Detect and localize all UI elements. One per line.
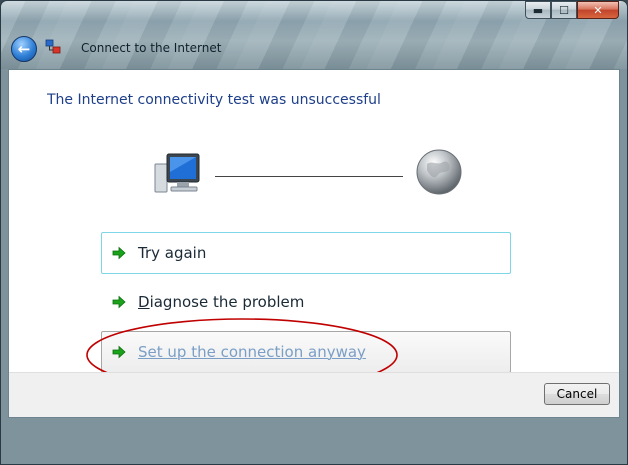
globe-icon xyxy=(416,149,462,195)
maximize-button[interactable]: ☐ xyxy=(551,1,577,19)
close-button[interactable]: ✕ xyxy=(577,1,619,19)
diagnose-option[interactable]: Diagnose the problem xyxy=(101,282,511,322)
green-arrow-icon xyxy=(112,345,126,359)
content-panel: The Internet connectivity test was unsuc… xyxy=(8,69,620,418)
label-rest: iagnose the problem xyxy=(149,293,305,311)
page-heading: The Internet connectivity test was unsuc… xyxy=(47,92,381,108)
window-title: Connect to the Internet xyxy=(81,41,222,55)
try-again-label: Try again xyxy=(138,244,207,262)
network-icon xyxy=(45,39,61,54)
diagnose-label: Diagnose the problem xyxy=(138,293,304,311)
mnemonic: S xyxy=(138,343,148,361)
back-button[interactable]: ← xyxy=(11,36,37,62)
set-up-connection-option[interactable]: Set up the connection anyway xyxy=(101,331,511,373)
caption-buttons: ▬ ☐ ✕ xyxy=(525,1,619,19)
minimize-button[interactable]: ▬ xyxy=(525,1,551,19)
green-arrow-icon xyxy=(112,295,126,309)
cancel-button[interactable]: Cancel xyxy=(544,383,610,405)
set-up-connection-label: Set up the connection anyway xyxy=(138,343,366,361)
footer-bar: Cancel xyxy=(9,372,619,417)
label-rest: et up the connection anyway xyxy=(147,343,366,361)
try-again-option[interactable]: Try again xyxy=(101,232,511,274)
back-arrow-icon: ← xyxy=(17,40,31,58)
green-arrow-icon xyxy=(112,246,126,260)
computer-icon xyxy=(154,153,200,193)
connection-line xyxy=(215,176,403,177)
mnemonic: D xyxy=(138,293,150,311)
dialog-window: ▬ ☐ ✕ ← Connect to the Internet The Inte… xyxy=(0,0,628,465)
